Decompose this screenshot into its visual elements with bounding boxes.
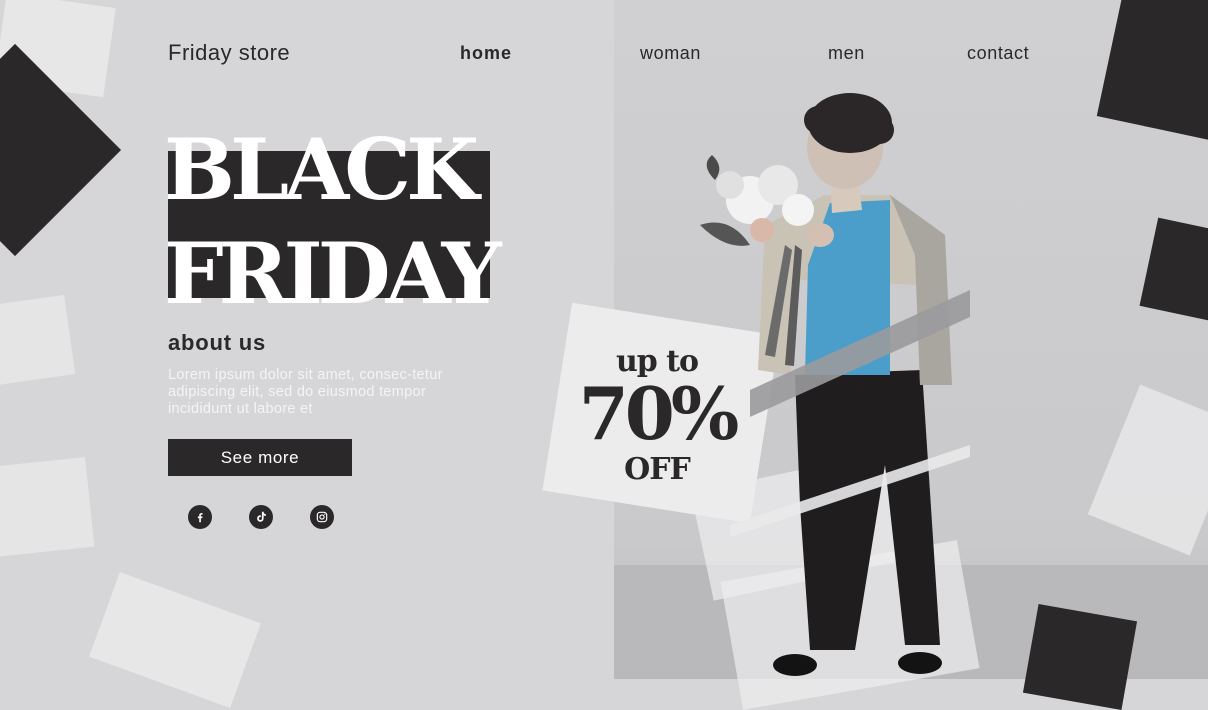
instagram-icon[interactable] — [310, 505, 334, 529]
nav-home[interactable]: home — [460, 43, 512, 64]
dark-square-bottom-right — [1022, 604, 1138, 710]
nav-men[interactable]: men — [828, 43, 865, 64]
about-text: Lorem ipsum dolor sit amet, consec-tetur… — [168, 367, 443, 417]
tiktok-icon[interactable] — [249, 505, 273, 529]
nav-contact[interactable]: contact — [967, 43, 1029, 64]
facebook-icon[interactable] — [188, 505, 212, 529]
paper-shape — [0, 457, 95, 557]
model-photo — [700, 93, 970, 676]
paper-shape — [89, 572, 261, 708]
about-title: about us — [168, 330, 267, 355]
see-more-button[interactable]: See more — [168, 439, 352, 476]
nav-woman[interactable]: woman — [640, 43, 701, 64]
paper-shape — [0, 294, 76, 386]
headline-friday: FRIDAY — [164, 224, 502, 323]
headline-black: BLACK — [164, 120, 479, 219]
brand-logo[interactable]: Friday store — [168, 40, 290, 66]
